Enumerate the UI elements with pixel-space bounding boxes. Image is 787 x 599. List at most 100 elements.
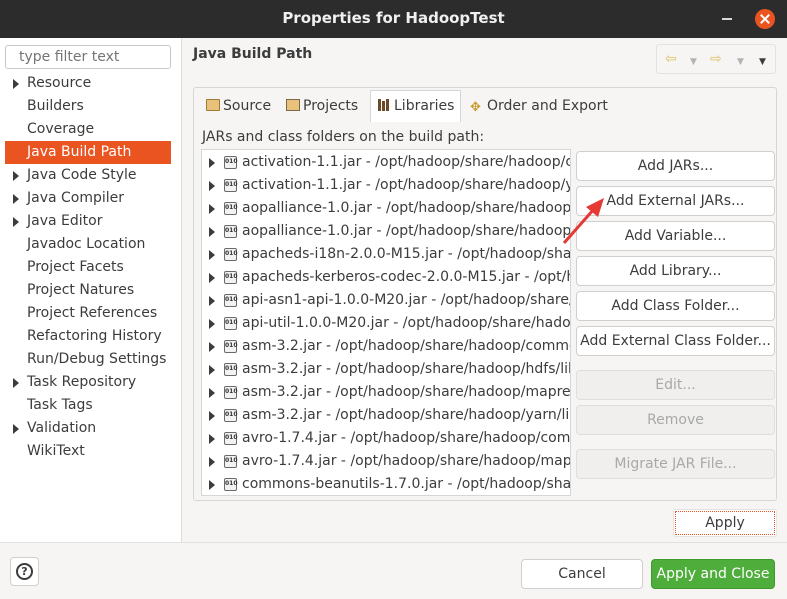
jar-file-icon: 010 — [224, 202, 238, 215]
sidebar-item-label: Project Natures — [27, 282, 135, 298]
jar-file-icon: 010 — [224, 225, 238, 238]
sidebar-item-wikitext[interactable]: WikiText — [5, 440, 171, 463]
library-row[interactable]: 010 aopalliance-1.0.jar - /opt/hadoop/sha… — [202, 197, 570, 220]
add-external-class-folder-button[interactable]: Add External Class Folder... — [576, 326, 775, 356]
apply-button[interactable]: Apply — [673, 509, 777, 537]
sidebar-item-refactoring-history[interactable]: Refactoring History — [5, 325, 171, 348]
add-class-folder-button[interactable]: Add Class Folder... — [576, 291, 775, 321]
library-row[interactable]: 010 apacheds-i18n-2.0.0-M15.jar - /opt/ha… — [202, 243, 570, 266]
view-menu-chevron-down-icon[interactable]: ▼ — [759, 54, 766, 70]
pane-splitter[interactable] — [181, 38, 182, 542]
tab-source[interactable]: Source — [206, 91, 271, 122]
close-icon[interactable] — [755, 9, 775, 29]
sidebar-item-task-tags[interactable]: Task Tags — [5, 394, 171, 417]
filter-input[interactable] — [5, 45, 171, 69]
expand-arrow-icon[interactable] — [209, 204, 215, 214]
jar-file-icon: 010 — [224, 478, 238, 491]
expand-arrow-icon[interactable] — [13, 424, 19, 434]
jar-file-icon: 010 — [224, 271, 238, 284]
libraries-heading: JARs and class folders on the build path… — [202, 129, 485, 145]
property-page-sidebar: Resource Builders Coverage Java Build Pa… — [0, 38, 181, 542]
expand-arrow-icon[interactable] — [209, 388, 215, 398]
jar-file-icon: 010 — [224, 248, 238, 261]
expand-arrow-icon[interactable] — [13, 217, 19, 227]
libraries-tree[interactable]: 010 activation-1.1.jar - /opt/hadoop/shar… — [201, 149, 571, 496]
library-row[interactable]: 010 asm-3.2.jar - /opt/hadoop/share/hadoo… — [202, 358, 570, 381]
expand-arrow-icon[interactable] — [209, 296, 215, 306]
sidebar-item-label: Task Repository — [27, 374, 137, 390]
library-row[interactable]: 010 asm-3.2.jar - /opt/hadoop/share/hadoo… — [202, 335, 570, 358]
cancel-button[interactable]: Cancel — [521, 559, 643, 589]
library-label: avro-1.7.4.jar - /opt/hadoop/share/hadoo… — [242, 430, 571, 446]
help-button[interactable]: ? — [10, 557, 39, 586]
back-arrow-icon[interactable]: ⇦ — [665, 51, 677, 67]
expand-arrow-icon[interactable] — [209, 411, 215, 421]
edit-button[interactable]: Edit... — [576, 370, 775, 400]
expand-arrow-icon[interactable] — [13, 171, 19, 181]
tab-libraries[interactable]: Libraries — [370, 90, 462, 122]
forward-arrow-icon[interactable]: ⇨ — [710, 51, 722, 67]
forward-menu-chevron-down-icon[interactable]: ▼ — [737, 54, 744, 70]
sidebar-item-label: Run/Debug Settings — [27, 351, 167, 367]
sidebar-item-builders[interactable]: Builders — [5, 95, 171, 118]
minimize-icon[interactable] — [722, 18, 732, 20]
sidebar-item-java-build-path[interactable]: Java Build Path — [5, 141, 171, 164]
jar-file-icon: 010 — [224, 156, 238, 169]
tab-order-and-export[interactable]: ✥ Order and Export — [470, 91, 608, 122]
expand-arrow-icon[interactable] — [209, 434, 215, 444]
expand-arrow-icon[interactable] — [209, 227, 215, 237]
library-row[interactable]: 010 commons-beanutils-1.7.0.jar - /opt/ha… — [202, 473, 571, 495]
expand-arrow-icon[interactable] — [13, 194, 19, 204]
expand-arrow-icon[interactable] — [13, 79, 19, 89]
remove-button[interactable]: Remove — [576, 405, 775, 435]
expand-arrow-icon[interactable] — [209, 273, 215, 283]
tab-projects[interactable]: Projects — [286, 91, 358, 122]
library-row[interactable]: 010 apacheds-kerberos-codec-2.0.0-M15.jar… — [202, 266, 570, 289]
library-row[interactable]: 010 avro-1.7.4.jar - /opt/hadoop/share/ha… — [202, 427, 571, 450]
sidebar-item-javadoc-location[interactable]: Javadoc Location — [5, 233, 171, 256]
expand-arrow-icon[interactable] — [209, 319, 215, 329]
back-menu-chevron-down-icon[interactable]: ▼ — [690, 54, 697, 70]
jar-file-icon: 010 — [224, 386, 238, 399]
library-row[interactable]: 010 avro-1.7.4.jar - /opt/hadoop/share/ha… — [202, 450, 570, 473]
expand-arrow-icon[interactable] — [209, 457, 215, 467]
library-row[interactable]: 010 activation-1.1.jar - /opt/hadoop/shar… — [202, 151, 570, 174]
apply-and-close-button[interactable]: Apply and Close — [651, 559, 775, 589]
library-label: commons-beanutils-1.7.0.jar - /opt/hadoo… — [242, 476, 571, 492]
library-row[interactable]: 010 api-util-1.0.0-M20.jar - /opt/hadoop/… — [202, 312, 571, 335]
expand-arrow-icon[interactable] — [209, 181, 215, 191]
library-label: api-asn1-api-1.0.0-M20.jar - /opt/hadoop… — [242, 292, 570, 308]
sidebar-item-java-code-style[interactable]: Java Code Style — [5, 164, 171, 187]
add-library-button[interactable]: Add Library... — [576, 256, 775, 286]
jar-file-icon: 010 — [224, 340, 238, 353]
library-row[interactable]: 010 aopalliance-1.0.jar - /opt/hadoop/sha… — [202, 220, 570, 243]
sidebar-item-label: Java Compiler — [27, 190, 125, 206]
add-jars-button[interactable]: Add JARs... — [576, 151, 775, 181]
sidebar-item-java-editor[interactable]: Java Editor — [5, 210, 171, 233]
library-row[interactable]: 010 activation-1.1.jar - /opt/hadoop/shar… — [202, 174, 570, 197]
expand-arrow-icon[interactable] — [209, 158, 215, 168]
sidebar-item-resource[interactable]: Resource — [5, 72, 171, 95]
sidebar-item-validation[interactable]: Validation — [5, 417, 171, 440]
expand-arrow-icon[interactable] — [209, 250, 215, 260]
sidebar-item-label: Resource — [27, 75, 92, 91]
expand-arrow-icon[interactable] — [13, 378, 19, 388]
page-title: Java Build Path — [193, 46, 313, 62]
sidebar-item-coverage[interactable]: Coverage — [5, 118, 171, 141]
migrate-jar-button[interactable]: Migrate JAR File... — [576, 449, 775, 479]
sidebar-item-project-facets[interactable]: Project Facets — [5, 256, 171, 279]
sidebar-item-run-debug-settings[interactable]: Run/Debug Settings — [5, 348, 171, 371]
sidebar-item-java-compiler[interactable]: Java Compiler — [5, 187, 171, 210]
expand-arrow-icon[interactable] — [209, 342, 215, 352]
sidebar-item-project-references[interactable]: Project References — [5, 302, 171, 325]
library-row[interactable]: 010 asm-3.2.jar - /opt/hadoop/share/hadoo… — [202, 381, 570, 404]
jar-file-icon: 010 — [224, 432, 238, 445]
library-row[interactable]: 010 asm-3.2.jar - /opt/hadoop/share/hadoo… — [202, 404, 570, 427]
sidebar-item-label: WikiText — [27, 443, 85, 459]
sidebar-item-project-natures[interactable]: Project Natures — [5, 279, 171, 302]
expand-arrow-icon[interactable] — [209, 365, 215, 375]
sidebar-item-task-repository[interactable]: Task Repository — [5, 371, 171, 394]
expand-arrow-icon[interactable] — [209, 480, 215, 490]
library-label: api-util-1.0.0-M20.jar - /opt/hadoop/sha… — [242, 315, 571, 331]
library-row[interactable]: 010 api-asn1-api-1.0.0-M20.jar - /opt/had… — [202, 289, 570, 312]
